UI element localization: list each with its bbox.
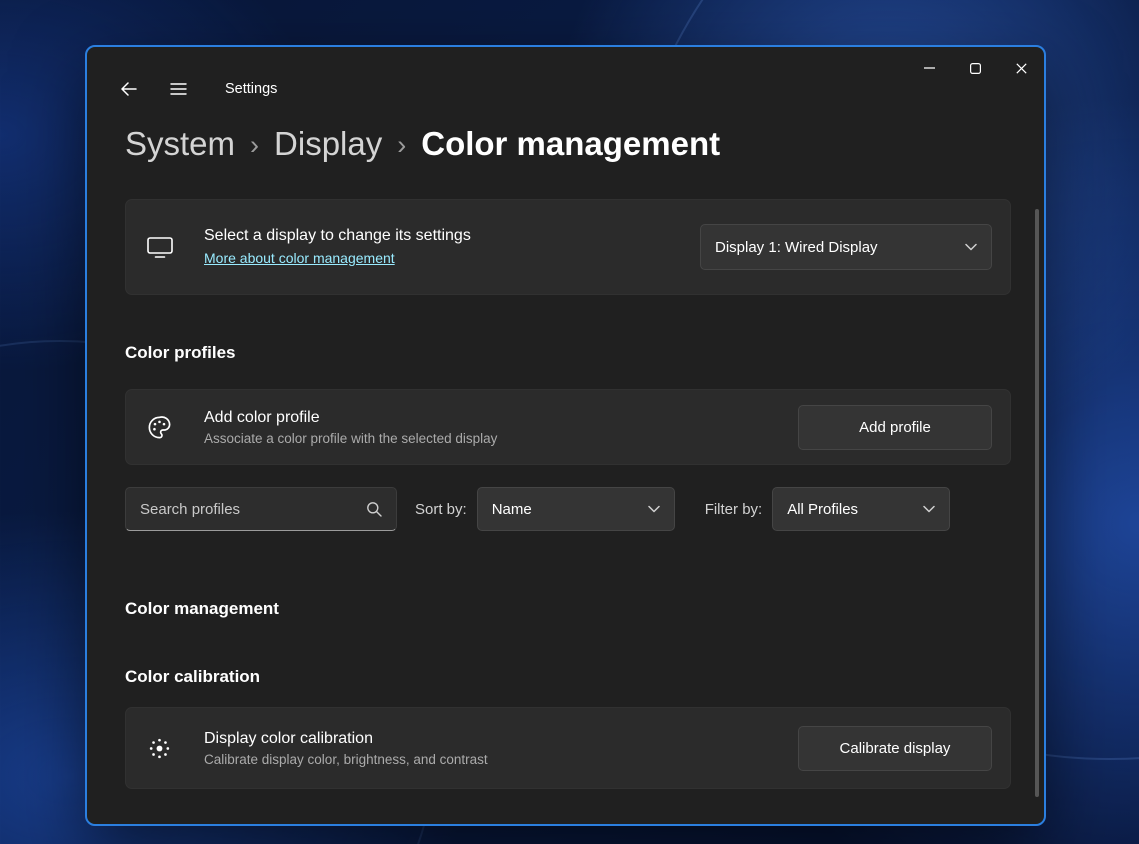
breadcrumb-system[interactable]: System	[125, 125, 235, 163]
minimize-button[interactable]	[906, 47, 952, 89]
maximize-icon	[970, 63, 981, 74]
close-icon	[1016, 63, 1027, 74]
filter-dropdown[interactable]: All Profiles	[772, 487, 950, 531]
close-button[interactable]	[998, 47, 1044, 89]
breadcrumb-color-management: Color management	[421, 125, 720, 163]
sort-dropdown[interactable]: Name	[477, 487, 675, 531]
breadcrumb-separator-icon: ›	[250, 127, 259, 161]
sort-dropdown-value: Name	[492, 501, 532, 518]
titlebar: Settings	[87, 47, 1044, 117]
display-color-calibration-card: Display color calibration Calibrate disp…	[125, 707, 1011, 789]
app-title: Settings	[225, 81, 277, 97]
window-controls	[906, 47, 1044, 89]
chevron-down-icon	[923, 505, 935, 513]
calibration-subtitle: Calibrate display color, brightness, and…	[204, 752, 798, 767]
chevron-down-icon	[965, 243, 977, 251]
display-dropdown-value: Display 1: Wired Display	[715, 239, 878, 256]
filter-dropdown-value: All Profiles	[787, 501, 858, 518]
minimize-icon	[924, 67, 935, 69]
color-profiles-header: Color profiles	[125, 343, 1011, 363]
calibration-title: Display color calibration	[204, 730, 798, 748]
more-about-color-management-link[interactable]: More about color management	[204, 250, 395, 266]
sort-by-label: Sort by:	[415, 501, 467, 518]
display-dropdown[interactable]: Display 1: Wired Display	[700, 224, 992, 270]
search-icon[interactable]	[362, 497, 386, 521]
maximize-button[interactable]	[952, 47, 998, 89]
search-profiles-input[interactable]	[140, 501, 362, 518]
add-profile-title: Add color profile	[204, 409, 798, 427]
display-selector-title: Select a display to change its settings	[204, 227, 700, 245]
breadcrumb-separator-icon: ›	[397, 127, 406, 161]
palette-icon	[146, 414, 204, 441]
add-profile-subtitle: Associate a color profile with the selec…	[204, 431, 798, 446]
color-management-header: Color management	[125, 599, 1011, 619]
vertical-scrollbar[interactable]	[1035, 209, 1039, 797]
display-selector-card: Select a display to change its settings …	[125, 199, 1011, 295]
search-profiles-box	[125, 487, 397, 531]
calibration-text: Display color calibration Calibrate disp…	[204, 730, 798, 767]
add-profile-text: Add color profile Associate a color prof…	[204, 409, 798, 446]
calibrate-display-button[interactable]: Calibrate display	[798, 726, 992, 771]
add-color-profile-card: Add color profile Associate a color prof…	[125, 389, 1011, 465]
back-arrow-icon	[120, 81, 137, 97]
titlebar-left: Settings	[87, 47, 1044, 105]
breadcrumb: System › Display › Color management	[125, 125, 1011, 163]
settings-window: Settings	[85, 45, 1046, 826]
hamburger-menu-icon	[170, 82, 187, 96]
add-profile-button[interactable]: Add profile	[798, 405, 992, 450]
calibration-sun-icon	[146, 735, 204, 762]
profiles-toolbar: Sort by: Name Filter by: All Profiles	[125, 487, 1011, 531]
display-selector-text: Select a display to change its settings …	[204, 227, 700, 268]
monitor-icon	[146, 234, 204, 260]
filter-by-label: Filter by:	[705, 501, 763, 518]
page-content: System › Display › Color management Sele…	[87, 125, 1044, 789]
navigation-menu-button[interactable]	[161, 73, 195, 105]
color-calibration-header: Color calibration	[125, 667, 1011, 687]
back-button[interactable]	[111, 73, 145, 105]
chevron-down-icon	[648, 505, 660, 513]
breadcrumb-display[interactable]: Display	[274, 125, 382, 163]
